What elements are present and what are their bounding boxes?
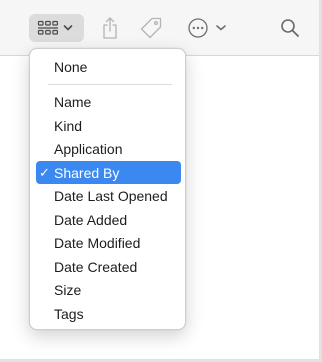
menu-item-shared-by[interactable]: ✓ Shared By xyxy=(36,161,181,184)
menu-item-date-last-opened[interactable]: Date Last Opened xyxy=(36,184,181,207)
group-by-menu: None Name Kind Application ✓ Shared By D… xyxy=(29,48,186,330)
toolbar xyxy=(0,0,322,55)
search-icon xyxy=(281,19,299,37)
more-actions-button[interactable] xyxy=(185,14,229,42)
grid-icon xyxy=(37,20,58,35)
menu-item-label: Date Modified xyxy=(54,234,141,251)
menu-item-date-added[interactable]: Date Added xyxy=(36,208,181,231)
tag-button[interactable] xyxy=(137,13,165,43)
menu-item-label: Application xyxy=(54,140,123,157)
menu-item-label: Name xyxy=(54,93,92,110)
finder-window: None Name Kind Application ✓ Shared By D… xyxy=(0,0,322,362)
group-button[interactable] xyxy=(29,14,84,42)
menu-item-application[interactable]: Application xyxy=(36,137,181,160)
chevron-down-icon xyxy=(216,25,226,31)
menu-item-label: None xyxy=(54,58,88,75)
menu-item-none[interactable]: None xyxy=(36,55,181,78)
menu-item-label: Date Created xyxy=(54,258,138,275)
checkmark-icon: ✓ xyxy=(39,164,50,180)
menu-item-size[interactable]: Size xyxy=(36,278,181,301)
share-icon xyxy=(103,17,117,39)
menu-item-label: Kind xyxy=(54,117,83,134)
menu-item-name[interactable]: Name xyxy=(36,90,181,113)
menu-item-date-modified[interactable]: Date Modified xyxy=(36,231,181,254)
menu-item-label: Size xyxy=(54,281,82,298)
menu-item-tags[interactable]: Tags xyxy=(36,302,181,325)
menu-item-label: Date Added xyxy=(54,211,128,228)
menu-item-kind[interactable]: Kind xyxy=(36,114,181,137)
menu-item-label: Shared By xyxy=(54,164,120,181)
search-button[interactable] xyxy=(277,14,303,42)
menu-item-label: Tags xyxy=(54,305,84,322)
tag-icon xyxy=(140,17,162,39)
chevron-down-icon xyxy=(63,25,72,31)
menu-item-date-created[interactable]: Date Created xyxy=(36,255,181,278)
menu-item-label: Date Last Opened xyxy=(54,187,168,204)
menu-separator xyxy=(48,84,172,85)
ellipsis-circle-icon xyxy=(188,18,208,38)
share-button[interactable] xyxy=(98,14,122,42)
